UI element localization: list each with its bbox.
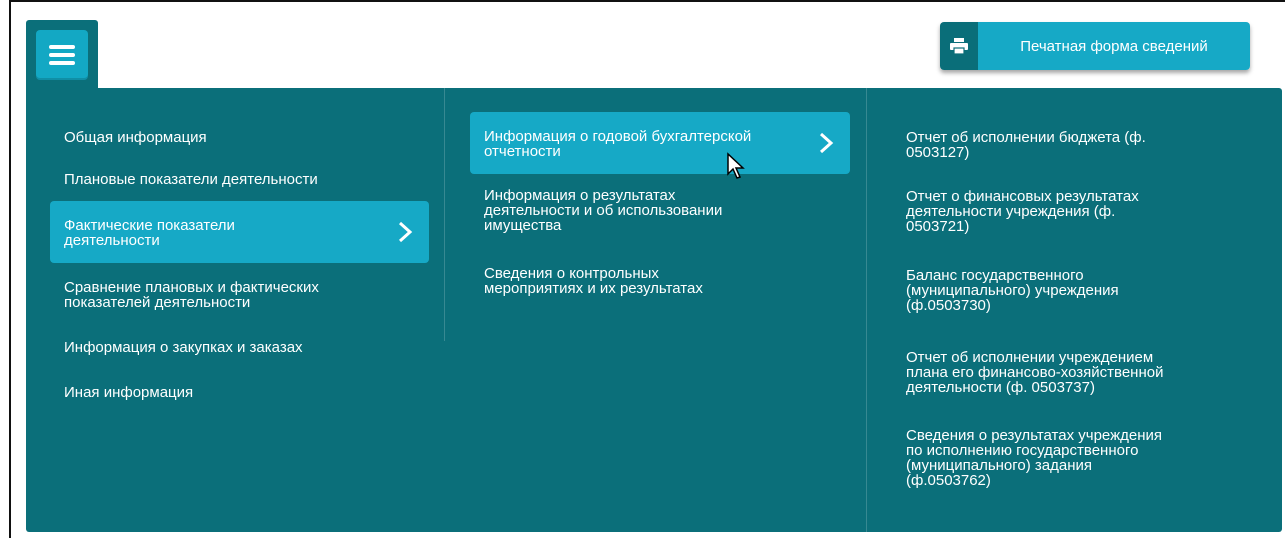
menu-item-other-info[interactable]: Иная информация	[64, 385, 193, 400]
menu-item-label: Информация о годовой бухгалтерской отчет…	[484, 128, 752, 160]
menu-panel: Общая информация Плановые показатели дея…	[26, 88, 1282, 532]
report-link-0503127[interactable]: Отчет об исполнении бюджета (ф. 0503127)	[906, 130, 1146, 160]
menu-item-annual-accounting[interactable]: Информация о годовой бухгалтерской отчет…	[470, 112, 850, 174]
menu-item-label: Фактические показатели деятельности	[64, 217, 235, 249]
column-divider	[444, 88, 445, 341]
report-link-0503730[interactable]: Баланс государственного (муниципального)…	[906, 268, 1119, 313]
column-divider	[866, 88, 867, 532]
menu-item-control-measures[interactable]: Сведения о контрольных мероприятиях и их…	[484, 266, 703, 296]
report-link-0503721[interactable]: Отчет о финансовых результатах деятельно…	[906, 189, 1139, 234]
chevron-right-icon	[819, 132, 834, 154]
menu-item-purchases-orders[interactable]: Информация о закупках и заказах	[64, 340, 303, 355]
menu-item-general-info[interactable]: Общая информация	[64, 130, 207, 145]
menu-item-actual-indicators[interactable]: Фактические показатели деятельности	[50, 201, 429, 263]
chevron-right-icon	[398, 221, 413, 243]
print-form-label: Печатная форма сведений	[978, 22, 1250, 70]
menu-item-planned-indicators[interactable]: Плановые показатели деятельности	[64, 172, 318, 187]
hamburger-menu-icon	[49, 45, 75, 65]
report-link-0503737[interactable]: Отчет об исполнении учреждением плана ег…	[906, 350, 1163, 395]
print-form-button[interactable]: Печатная форма сведений	[940, 22, 1250, 70]
menu-item-activity-results[interactable]: Информация о результатах деятельности и …	[484, 188, 722, 233]
report-link-0503762[interactable]: Сведения о результатах учреждения по исп…	[906, 428, 1162, 488]
menu-item-plan-vs-actual[interactable]: Сравнение плановых и фактических показат…	[64, 280, 319, 310]
hamburger-menu-button[interactable]	[36, 30, 88, 80]
printer-icon	[940, 22, 978, 70]
